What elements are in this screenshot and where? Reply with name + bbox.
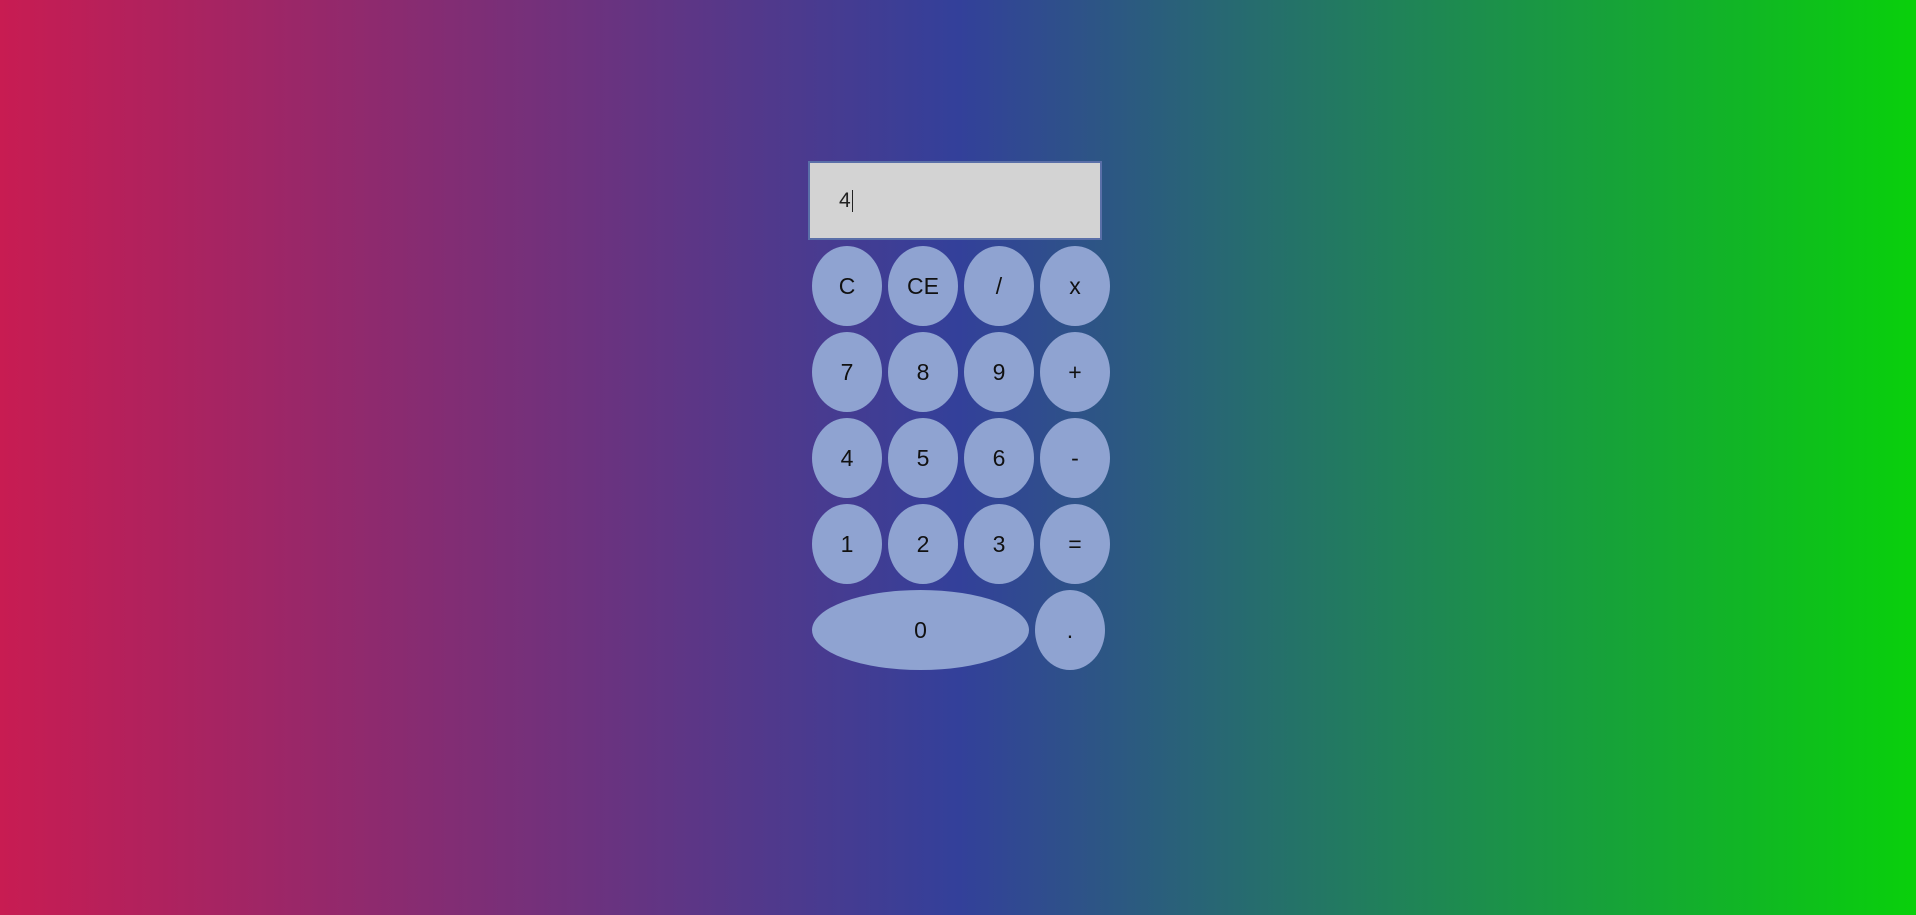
minus-button[interactable]: -: [1040, 418, 1110, 498]
digit-0-button[interactable]: 0: [812, 590, 1029, 670]
clear-button[interactable]: C: [812, 246, 882, 326]
digit-5-button[interactable]: 5: [888, 418, 958, 498]
text-caret: [851, 189, 853, 212]
clear-entry-button[interactable]: CE: [888, 246, 958, 326]
digit-3-button[interactable]: 3: [964, 504, 1034, 584]
equals-button[interactable]: =: [1040, 504, 1110, 584]
digit-4-button[interactable]: 4: [812, 418, 882, 498]
digit-2-button[interactable]: 2: [888, 504, 958, 584]
digit-6-button[interactable]: 6: [964, 418, 1034, 498]
calculator-display[interactable]: 4: [808, 161, 1102, 240]
divide-button[interactable]: /: [964, 246, 1034, 326]
digit-7-button[interactable]: 7: [812, 332, 882, 412]
digit-1-button[interactable]: 1: [812, 504, 882, 584]
decimal-button[interactable]: .: [1035, 590, 1105, 670]
digit-9-button[interactable]: 9: [964, 332, 1034, 412]
display-value: 4: [839, 188, 851, 212]
plus-button[interactable]: +: [1040, 332, 1110, 412]
digit-8-button[interactable]: 8: [888, 332, 958, 412]
multiply-button[interactable]: x: [1040, 246, 1110, 326]
